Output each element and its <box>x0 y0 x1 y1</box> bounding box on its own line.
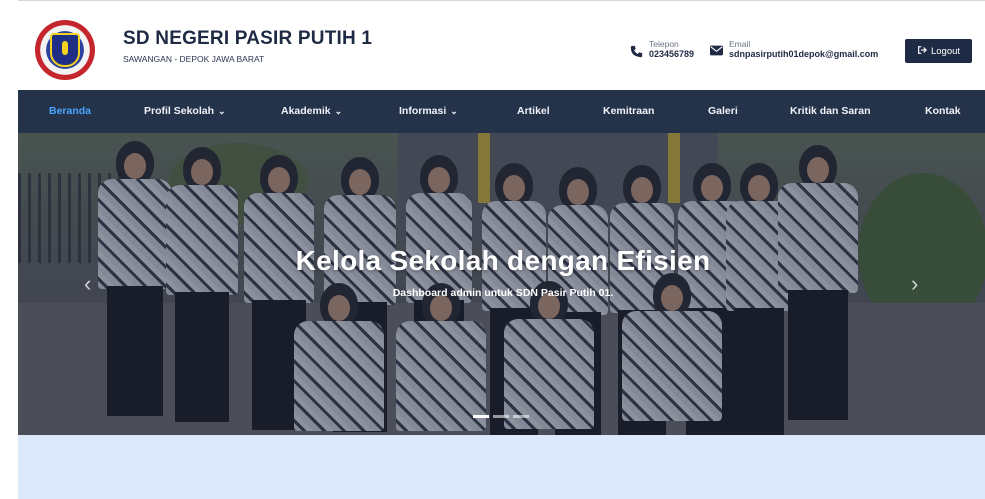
nav-item-label: Kritik dan Saran <box>790 105 871 117</box>
nav-item-label: Galeri <box>708 105 738 117</box>
site-header: SD NEGERI PASIR PUTIH 1 SAWANGAN - DEPOK… <box>18 0 985 90</box>
carousel-next-icon[interactable]: › <box>911 271 918 297</box>
nav-item-beranda[interactable]: Beranda <box>49 105 91 117</box>
nav-item-label: Beranda <box>49 105 92 117</box>
carousel-indicator[interactable] <box>513 415 529 418</box>
content-section <box>18 435 985 499</box>
nav-item-kontak[interactable]: Kontak <box>925 105 961 117</box>
nav-item-label: Kemitraan <box>603 105 655 117</box>
nav-item-label: Profil Sekolah <box>144 105 215 117</box>
email-label: Email <box>729 39 751 49</box>
nav-item-kemitraan[interactable]: Kemitraan <box>603 105 654 117</box>
envelope-icon <box>710 45 723 59</box>
hero-subtitle: Dashboard admin untuk SDN Pasir Putih 01… <box>392 287 614 299</box>
phone-value[interactable]: 023456789 <box>649 49 694 60</box>
nav-item-artikel[interactable]: Artikel <box>517 105 550 117</box>
school-location: SAWANGAN - DEPOK JAWA BARAT <box>123 54 265 64</box>
carousel-indicators <box>473 415 529 418</box>
nav-item-profil-sekolah[interactable]: Profil Sekolah ⌄ <box>144 105 226 117</box>
nav-item-label: Informasi <box>399 105 447 117</box>
main-navigation: Beranda Profil Sekolah ⌄ Akademik ⌄ Inform… <box>18 90 985 133</box>
page: SD NEGERI PASIR PUTIH 1 SAWANGAN - DEPOK… <box>0 0 985 499</box>
nav-item-label: Artikel <box>517 105 550 117</box>
email-value[interactable]: sdnpasirputih01depok@gmail.com <box>729 49 878 60</box>
nav-item-label: Akademik <box>281 105 331 117</box>
logout-icon <box>917 45 927 58</box>
contact-email: Email sdnpasirputih01depok@gmail.com <box>710 39 878 60</box>
chevron-down-icon: ⌄ <box>218 106 226 116</box>
nav-item-label: Kontak <box>925 105 961 117</box>
contact-phone: Telepon 023456789 <box>630 39 694 61</box>
carousel-prev-icon[interactable]: ‹ <box>84 271 91 297</box>
school-emblem-icon <box>50 33 80 67</box>
phone-label: Telepon <box>649 39 679 49</box>
logout-label: Logout <box>930 45 961 57</box>
nav-item-kritik-dan-saran[interactable]: Kritik dan Saran <box>790 105 871 117</box>
school-logo[interactable] <box>35 20 95 80</box>
logout-button[interactable]: Logout <box>905 39 972 63</box>
nav-item-akademik[interactable]: Akademik ⌄ <box>281 105 342 117</box>
carousel-indicator[interactable] <box>473 415 489 418</box>
chevron-down-icon: ⌄ <box>450 106 458 116</box>
nav-item-galeri[interactable]: Galeri <box>708 105 738 117</box>
hero-dark-overlay <box>18 133 985 435</box>
chevron-down-icon: ⌄ <box>334 106 343 116</box>
school-name: SD NEGERI PASIR PUTIH 1 <box>123 28 373 49</box>
hero-title: Kelola Sekolah dengan Efisien <box>295 245 711 276</box>
nav-item-informasi[interactable]: Informasi ⌄ <box>399 105 458 117</box>
phone-icon <box>630 45 643 61</box>
carousel-indicator[interactable] <box>493 415 509 418</box>
hero-carousel: Kelola Sekolah dengan Efisien Dashboard … <box>18 133 985 435</box>
